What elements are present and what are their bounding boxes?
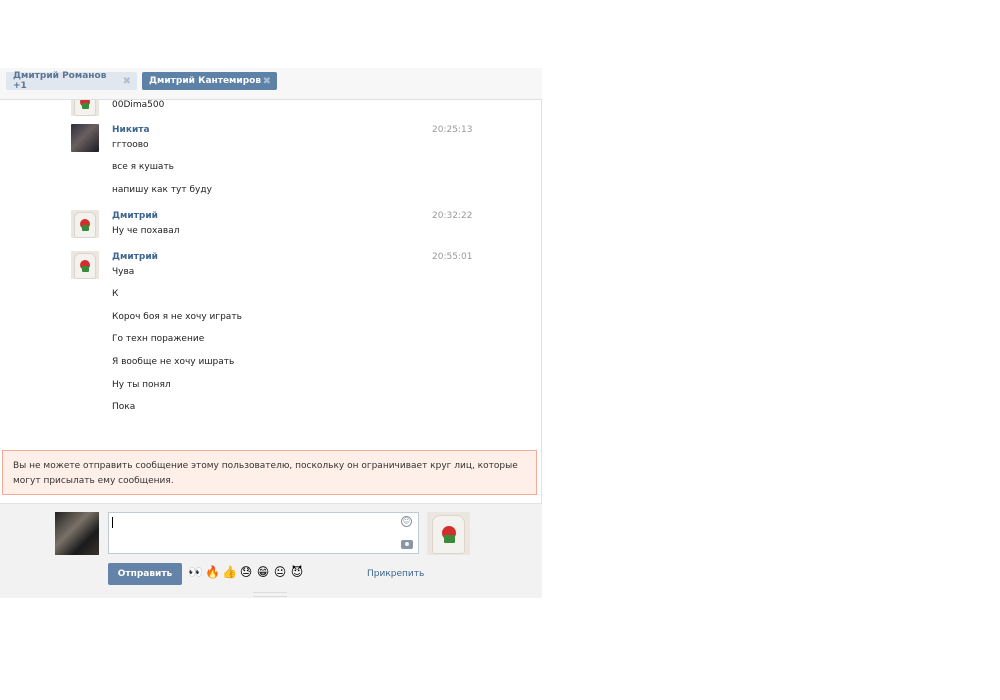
thumbs-up-icon[interactable]: 👍 <box>222 565 237 579</box>
attach-link[interactable]: Прикрепить <box>367 569 424 579</box>
my-avatar[interactable] <box>55 512 99 555</box>
avatar[interactable] <box>71 100 99 116</box>
eyes-icon[interactable]: 👀 <box>188 565 203 579</box>
message-input[interactable]: ☺ <box>108 512 419 554</box>
tab-label: Дмитрий Кантемиров <box>149 76 262 86</box>
error-text: Вы не можете отправить сообщение этому п… <box>13 461 518 486</box>
peer-avatar[interactable] <box>427 512 470 555</box>
message-text: Чува <box>112 267 135 277</box>
message-author[interactable]: Никита <box>112 125 150 135</box>
grin-face-icon[interactable]: 😁 <box>256 565 270 579</box>
fire-icon[interactable]: 🔥 <box>205 565 220 579</box>
message-time[interactable]: 20:55:01 <box>432 252 472 262</box>
message-history[interactable]: 00Dima500 Никита 20:25:13 ггтоово все я … <box>0 100 542 445</box>
emoji-shortcuts: 👀 🔥 👍 😓 😁 😐 😈 <box>188 565 304 579</box>
sweat-face-icon[interactable]: 😓 <box>239 565 253 579</box>
tab-dmitry-kantemirov[interactable]: Дмитрий Кантемиров ✖ <box>142 72 277 90</box>
chat-panel: Дмитрий Романов +1 ✖ Дмитрий Кантемиров … <box>0 68 542 598</box>
neutral-face-icon[interactable]: 😐 <box>273 565 287 579</box>
close-icon[interactable]: ✖ <box>263 76 271 87</box>
message-text: Ну ты понял <box>112 380 171 390</box>
text-caret <box>112 517 113 528</box>
devil-face-icon[interactable]: 😈 <box>290 565 304 579</box>
tab-bar: Дмитрий Романов +1 ✖ Дмитрий Кантемиров … <box>0 68 542 100</box>
avatar[interactable] <box>71 251 99 279</box>
tab-dmitry-romanov[interactable]: Дмитрий Романов +1 ✖ <box>6 71 137 91</box>
message-text: К <box>112 289 119 299</box>
message-author[interactable]: Дмитрий <box>112 252 158 262</box>
error-banner: Вы не можете отправить сообщение этому п… <box>2 450 537 495</box>
message-text: Я вообще не хочу ишрать <box>112 357 235 367</box>
message-author[interactable]: Дмитрий <box>112 211 158 221</box>
avatar[interactable] <box>71 210 99 238</box>
message-text: Пока <box>112 402 136 412</box>
close-icon[interactable]: ✖ <box>123 76 131 87</box>
message-time[interactable]: 20:32:22 <box>432 211 472 221</box>
message-text: Го техн поражение <box>112 334 205 344</box>
message-time[interactable]: 20:25:13 <box>432 125 472 135</box>
message-text: 00Dima500 <box>112 100 165 110</box>
message-text: ггтоово <box>112 140 149 150</box>
composer: ☺ Отправить 👀 🔥 👍 😓 😁 😐 😈 Прикрепить <box>0 503 542 598</box>
camera-icon[interactable] <box>401 540 413 549</box>
resize-handle[interactable] <box>253 592 287 597</box>
message-text: все я кушать <box>112 162 174 172</box>
smile-icon[interactable]: ☺ <box>401 516 412 527</box>
avatar[interactable] <box>71 124 99 152</box>
message-text: Короч боя я не хочу играть <box>112 312 242 322</box>
tab-label: Дмитрий Романов +1 <box>13 71 107 91</box>
message-text: Ну че похавал <box>112 226 180 236</box>
send-button[interactable]: Отправить <box>108 563 182 585</box>
message-text: напишу как тут буду <box>112 185 212 195</box>
